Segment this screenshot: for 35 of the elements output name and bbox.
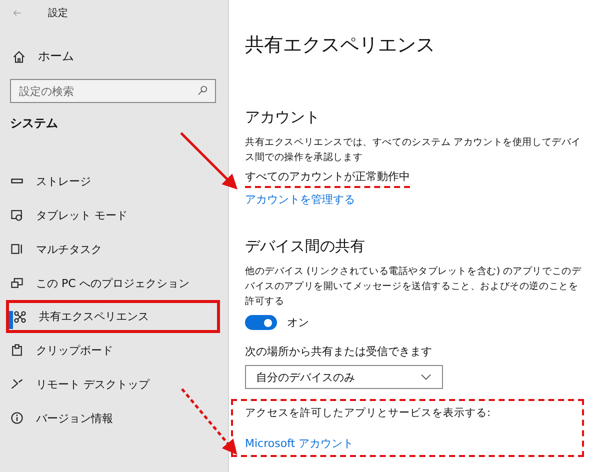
info-icon (10, 411, 24, 425)
sidebar-item[interactable]: クリップボード (0, 333, 228, 367)
annotation-arrow (180, 132, 238, 190)
manage-accounts-link[interactable]: アカウントを管理する (245, 192, 355, 207)
search-field[interactable]: 設定の検索 (10, 79, 216, 103)
section-heading: アカウント (245, 108, 321, 127)
share-icon (13, 310, 27, 324)
status-text: すべてのアカウントが正常動作中 (245, 169, 410, 188)
sidebar-item[interactable]: 共有エクスペリエンス (6, 300, 220, 333)
toggle-switch[interactable] (245, 315, 277, 330)
sidebar-item[interactable]: リモート デスクトップ (0, 367, 228, 401)
field-label: 次の場所から共有または受信できます (245, 344, 433, 359)
sidebar-item[interactable]: バージョン情報 (0, 401, 228, 435)
microsoft-account-link[interactable]: Microsoft アカウント (245, 436, 354, 451)
sidebar-item[interactable]: タブレット モード (0, 198, 228, 232)
tablet-icon (10, 208, 24, 222)
description-text: 共有エクスペリエンスでは、すべてのシステム アカウントを使用してデバイス間での操作を承認します (245, 136, 582, 165)
section-heading: システム (9, 115, 59, 132)
section-heading: デバイス間の共有 (245, 237, 366, 256)
clipboard-icon (10, 343, 24, 357)
home-icon[interactable] (12, 50, 26, 64)
multitask-icon (10, 242, 24, 256)
sidebar-item[interactable]: ストレージ (0, 164, 228, 198)
home-link[interactable]: ホーム (38, 48, 74, 65)
access-label: アクセスを許可したアプリとサービスを表示する: (245, 406, 492, 420)
window-title: 設定 (48, 6, 68, 20)
description-text: 他のデバイス (リンクされている電話やタブレットを含む) のアプリでこのデバイスのアプリを開いてメッセージを送信すること、およびその逆のことを許可する (245, 265, 582, 309)
toggle-label: オン (287, 315, 309, 330)
sidebar-item[interactable]: マルチタスク (0, 232, 228, 266)
search-icon[interactable] (197, 85, 208, 96)
dropdown[interactable]: 自分のデバイスのみ (245, 365, 443, 389)
page-title: 共有エクスペリエンス (245, 33, 436, 58)
project-icon (10, 276, 24, 290)
sidebar-item[interactable]: この PC へのプロジェクション (0, 266, 228, 300)
remote-icon (10, 377, 24, 391)
